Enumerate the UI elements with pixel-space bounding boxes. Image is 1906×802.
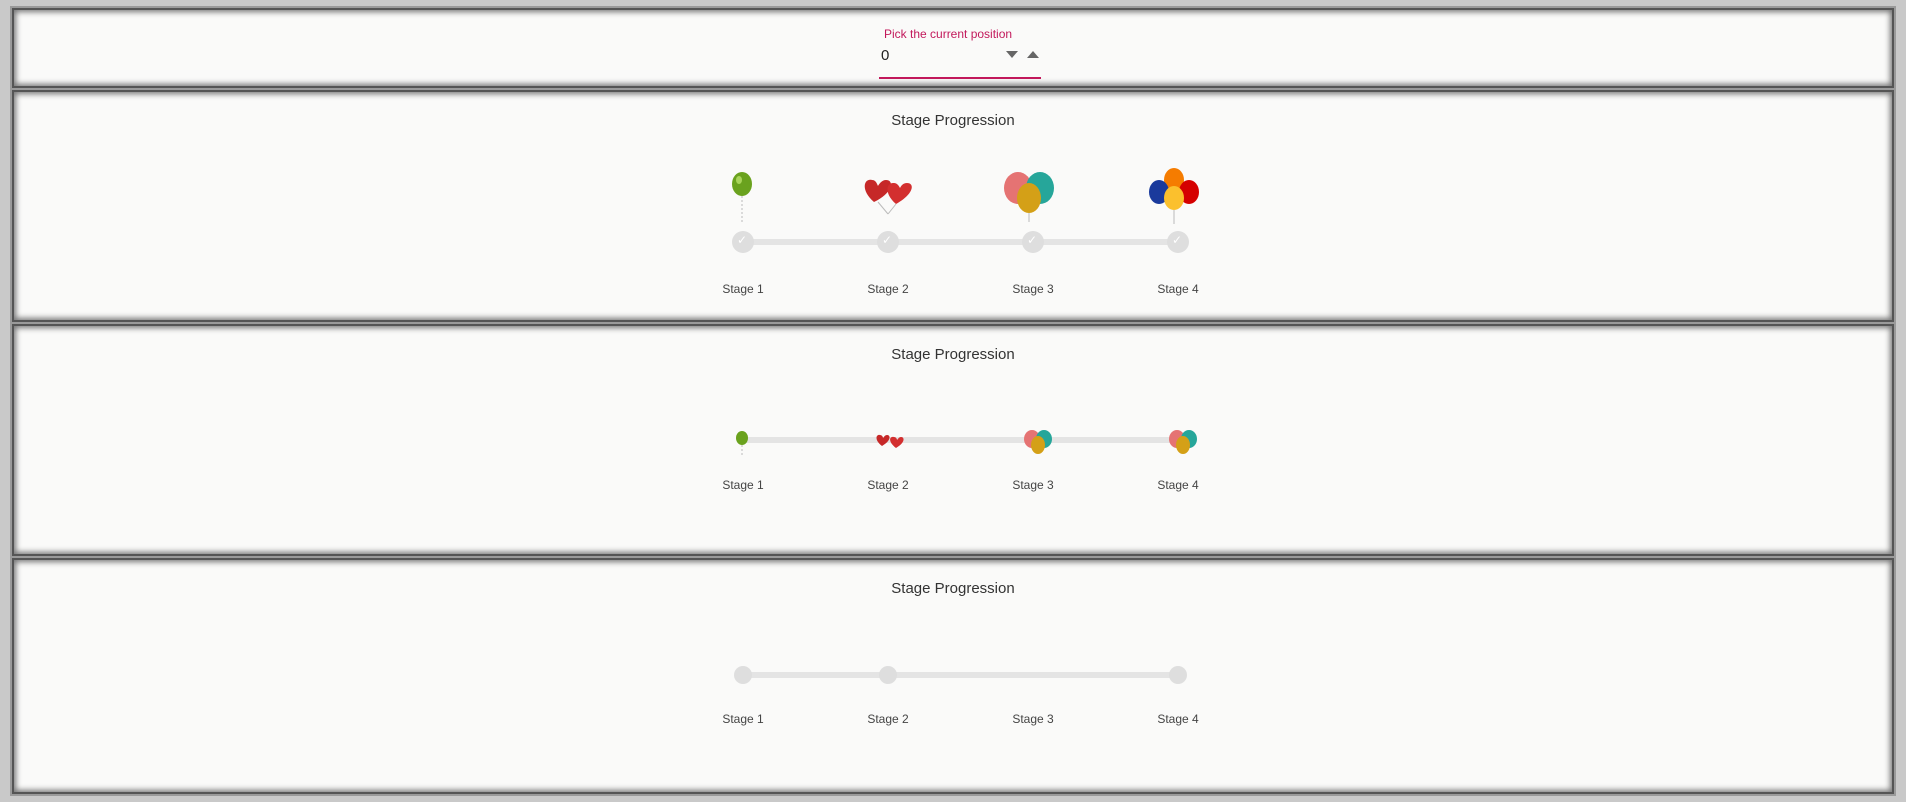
stepper-title: Stage Progression (891, 112, 1015, 129)
step-2-indicator[interactable] (879, 666, 897, 684)
step-label: Stage 2 (867, 478, 909, 492)
check-icon: ✓ (882, 233, 893, 247)
multicolor-balloon-trio-icon (1004, 172, 1054, 222)
step-label: Stage 4 (1157, 282, 1199, 296)
stepper-title: Stage Progression (891, 346, 1015, 363)
step-label: Stage 3 (1012, 282, 1054, 296)
check-icon: ✓ (1172, 233, 1183, 247)
stepper-title: Stage Progression (891, 580, 1015, 597)
check-icon: ✓ (737, 233, 748, 247)
multicolor-balloon-trio-icon (1169, 430, 1197, 454)
step-4-indicator[interactable] (1169, 666, 1187, 684)
increment-arrow-icon[interactable] (1027, 51, 1039, 58)
step-1-indicator[interactable]: ✓ (732, 231, 754, 253)
step-label: Stage 2 (867, 282, 909, 296)
stepper-panel-3: Stage Progression Stage 1 Stage 2 Stage … (12, 558, 1894, 794)
multicolor-balloon-trio-icon (1024, 430, 1052, 454)
step-4-indicator[interactable]: ✓ (1167, 231, 1189, 253)
position-field-label: Pick the current position (884, 27, 1013, 41)
step-label: Stage 1 (722, 712, 764, 726)
position-panel: Pick the current position (12, 8, 1894, 88)
stepper-track (744, 672, 1184, 678)
stepper-track (744, 239, 1184, 245)
red-heart-balloons-icon (876, 434, 904, 448)
position-numeric-field[interactable]: Pick the current position (879, 27, 1041, 79)
stepper-panel-1: Stage Progression ✓ ✓ ✓ ✓ Stage 1 Stage … (12, 90, 1894, 322)
step-3-indicator[interactable]: ✓ (1022, 231, 1044, 253)
step-label: Stage 1 (722, 282, 764, 296)
stepper-panel-2: Stage Progression Stage 1 Stage 2 Stage … (12, 324, 1894, 556)
step-label: Stage 1 (722, 478, 764, 492)
red-heart-balloons-icon (864, 179, 912, 215)
step-label: Stage 3 (1012, 478, 1054, 492)
step-2-indicator[interactable]: ✓ (877, 231, 899, 253)
position-input[interactable] (881, 45, 981, 65)
balloon-bunch-icon (1149, 168, 1199, 224)
step-1-indicator[interactable] (734, 666, 752, 684)
stepper-track (744, 437, 1184, 443)
step-label: Stage 4 (1157, 478, 1199, 492)
step-label: Stage 4 (1157, 712, 1199, 726)
step-label: Stage 3 (1012, 712, 1054, 726)
step-label: Stage 2 (867, 712, 909, 726)
check-icon: ✓ (1027, 233, 1038, 247)
single-green-balloon-icon (732, 172, 752, 222)
field-underline (879, 77, 1041, 79)
single-green-balloon-icon (736, 431, 748, 456)
decrement-arrow-icon[interactable] (1006, 51, 1018, 58)
